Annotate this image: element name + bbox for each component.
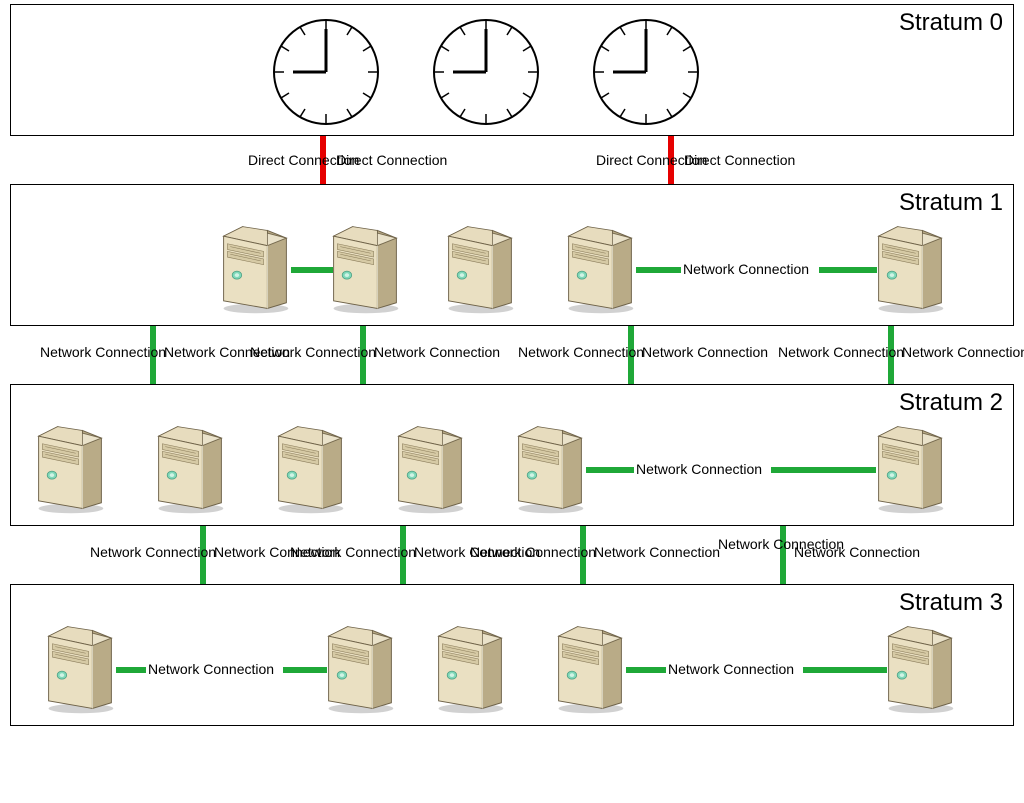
network-connection-label: Network Connection	[642, 344, 768, 360]
server-icon	[31, 421, 109, 516]
server-icon	[871, 421, 949, 516]
server-icon	[321, 621, 399, 716]
stratum-1-label: Stratum 1	[899, 189, 1003, 217]
clock-icon	[591, 17, 701, 127]
server-icon	[216, 221, 294, 316]
clock-icon	[271, 17, 381, 127]
server-icon	[391, 421, 469, 516]
network-connection-label: Network Connection	[290, 544, 416, 560]
network-connection-label: Network Connection	[594, 544, 720, 560]
stratum-0-box: Stratum 0	[10, 4, 1014, 136]
network-connection-label: Network Connection	[374, 344, 500, 360]
server-icon	[551, 621, 629, 716]
network-connection-label: Network Connection	[90, 544, 216, 560]
server-icon	[511, 421, 589, 516]
stratum-0-label: Stratum 0	[899, 9, 1003, 37]
network-connection-line	[819, 267, 877, 273]
server-icon	[151, 421, 229, 516]
network-connection-line	[586, 467, 634, 473]
network-connection-line	[116, 667, 146, 673]
network-connection-line	[803, 667, 887, 673]
network-connection-label: Network Connection	[778, 344, 904, 360]
network-connection-label: Network Connection	[794, 544, 920, 560]
stratum-3-box: Stratum 3 Network Connection Network Con…	[10, 584, 1014, 726]
ntp-stratum-diagram: Stratum 0 Direct Connection Direct Conne…	[0, 0, 1024, 803]
network-connection-line	[626, 667, 666, 673]
server-icon	[871, 221, 949, 316]
network-connection-label: Network Connection	[636, 461, 762, 477]
network-connection-line	[636, 267, 681, 273]
server-icon	[271, 421, 349, 516]
stratum-1-box: Stratum 1 Network Connection	[10, 184, 1014, 326]
network-connection-line	[780, 526, 786, 584]
server-icon	[431, 621, 509, 716]
stratum-3-label: Stratum 3	[899, 589, 1003, 617]
direct-connection-label: Direct Connection	[336, 152, 447, 168]
server-icon	[441, 221, 519, 316]
network-connection-label: Network Connection	[148, 661, 274, 677]
server-icon	[561, 221, 639, 316]
network-connection-label: Network Connection	[470, 544, 596, 560]
network-connection-label: Network Connection	[40, 344, 166, 360]
network-connection-label: Network Connection	[683, 261, 809, 277]
stratum-2-box: Stratum 2 Network Connection	[10, 384, 1014, 526]
server-icon	[41, 621, 119, 716]
network-connection-label: Network Connection	[518, 344, 644, 360]
network-connection-label: Network Connection	[250, 344, 376, 360]
server-icon	[326, 221, 404, 316]
server-icon	[881, 621, 959, 716]
network-connection-label: Network Connection	[668, 661, 794, 677]
direct-connection-label: Direct Connection	[684, 152, 795, 168]
network-connection-line	[291, 267, 333, 273]
network-connection-line	[771, 467, 876, 473]
network-connection-label: Network Connection	[902, 344, 1024, 360]
network-connection-line	[283, 667, 327, 673]
clock-icon	[431, 17, 541, 127]
stratum-2-label: Stratum 2	[899, 389, 1003, 417]
